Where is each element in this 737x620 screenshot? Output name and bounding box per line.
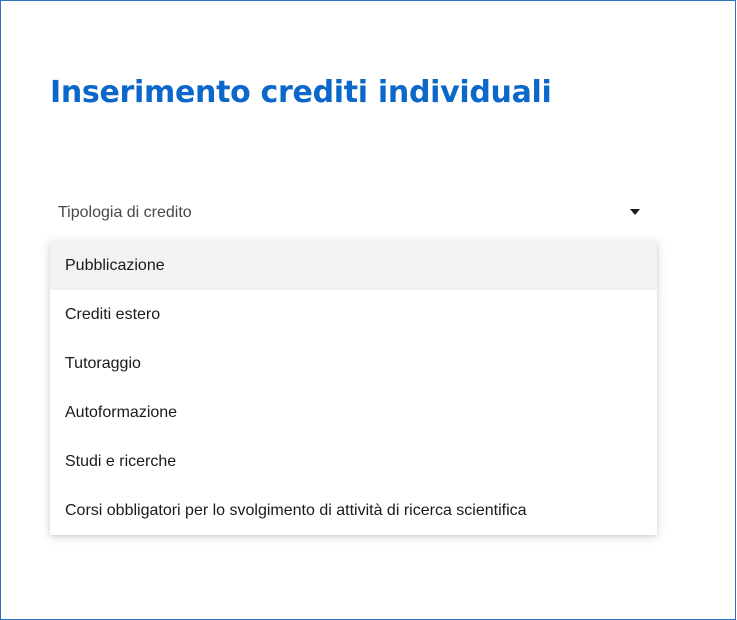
option-studi-e-ricerche[interactable]: Studi e ricerche (50, 437, 657, 486)
credit-type-dropdown: Pubblicazione Crediti estero Tutoraggio … (50, 241, 657, 535)
caret-down-icon[interactable] (630, 209, 640, 215)
form-panel: Inserimento crediti individuali Tipologi… (0, 0, 736, 620)
option-crediti-estero[interactable]: Crediti estero (50, 290, 657, 339)
option-tutoraggio[interactable]: Tutoraggio (50, 339, 657, 388)
option-autoformazione[interactable]: Autoformazione (50, 388, 657, 437)
option-corsi-obbligatori[interactable]: Corsi obbligatori per lo svolgimento di … (50, 486, 657, 535)
page-title: Inserimento crediti individuali (50, 75, 552, 110)
option-pubblicazione[interactable]: Pubblicazione (50, 241, 657, 290)
credit-type-label: Tipologia di credito (58, 204, 192, 221)
credit-type-select[interactable]: Tipologia di credito (58, 197, 646, 229)
